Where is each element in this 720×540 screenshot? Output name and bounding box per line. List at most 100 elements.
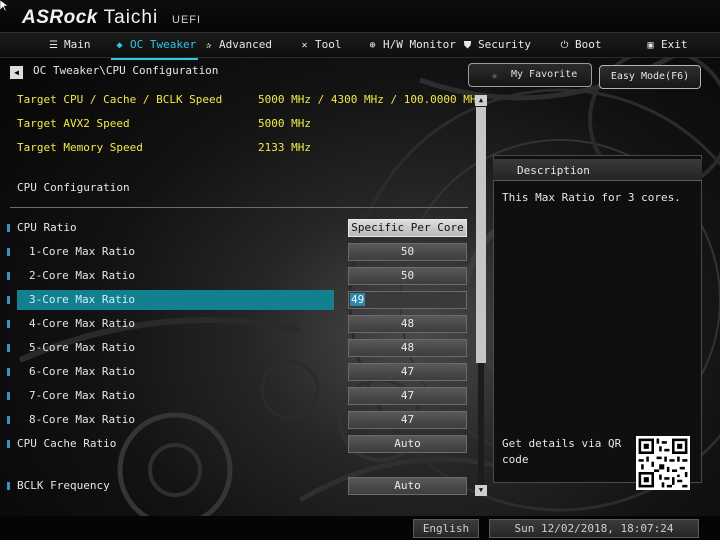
setting-row-3-core-selected[interactable]: 3-Core Max Ratio 49 bbox=[0, 290, 470, 310]
setting-marker bbox=[7, 296, 10, 304]
setting-row-bclk-frequency[interactable]: BCLK Frequency Auto bbox=[0, 476, 470, 496]
setting-marker bbox=[7, 272, 10, 280]
setting-label: 6-Core Max Ratio bbox=[29, 365, 135, 378]
date-time-display: Sun 12/02/2018, 18:07:24 bbox=[489, 519, 699, 538]
setting-label: CPU Cache Ratio bbox=[17, 437, 117, 450]
setting-marker bbox=[7, 440, 10, 448]
setting-marker bbox=[7, 344, 10, 352]
power-icon: ⏻ bbox=[560, 40, 569, 51]
qr-details-text: Get details via QR code bbox=[502, 437, 622, 466]
my-favorite-label: My Favorite bbox=[511, 69, 578, 80]
setting-value-field[interactable]: 47 bbox=[348, 363, 467, 381]
setting-label: BCLK Frequency bbox=[17, 479, 110, 492]
setting-value-select[interactable]: Auto bbox=[348, 435, 467, 453]
tab-advanced[interactable]: ✰ Advanced bbox=[202, 37, 272, 55]
section-title: CPU Configuration bbox=[17, 181, 130, 194]
setting-row-8-core[interactable]: 8-Core Max Ratio 47 bbox=[0, 410, 470, 430]
setting-value-select[interactable]: Specific Per Core bbox=[348, 219, 467, 237]
favorite-star-icon: ★ bbox=[491, 68, 499, 82]
tab-boot-label: Boot bbox=[575, 38, 602, 51]
setting-value-field[interactable]: 50 bbox=[348, 243, 467, 261]
setting-row-5-core[interactable]: 5-Core Max Ratio 48 bbox=[0, 338, 470, 358]
uefi-label: UEFI bbox=[172, 14, 202, 26]
description-header: Description bbox=[493, 159, 702, 181]
setting-value-field[interactable]: 47 bbox=[348, 411, 467, 429]
tab-main[interactable]: ☰ Main bbox=[47, 37, 91, 55]
tab-main-label: Main bbox=[64, 38, 91, 51]
star-icon: ✰ bbox=[205, 40, 212, 51]
setting-label: CPU Ratio bbox=[17, 221, 77, 234]
breadcrumb-text: OC Tweaker\CPU Configuration bbox=[33, 64, 219, 77]
setting-marker bbox=[7, 224, 10, 232]
setting-marker bbox=[7, 368, 10, 376]
setting-row-2-core[interactable]: 2-Core Max Ratio 50 bbox=[0, 266, 470, 286]
tab-oc-tweaker-label: OC Tweaker bbox=[130, 38, 197, 51]
setting-row-7-core[interactable]: 7-Core Max Ratio 47 bbox=[0, 386, 470, 406]
setting-label: 4-Core Max Ratio bbox=[29, 317, 135, 330]
target-cpu-label: Target CPU / Cache / BCLK Speed bbox=[17, 93, 223, 106]
section-divider bbox=[10, 207, 468, 208]
setting-row-cpu-cache-ratio[interactable]: CPU Cache Ratio Auto bbox=[0, 434, 470, 454]
setting-row-4-core[interactable]: 4-Core Max Ratio 48 bbox=[0, 314, 470, 334]
main-nav: ☰ Main ◆ OC Tweaker ✰ Advanced ✕ Tool ⊕ H/W M… bbox=[0, 32, 720, 60]
tab-hw-monitor-label: H/W Monitor bbox=[383, 38, 456, 51]
tools-icon: ✕ bbox=[301, 40, 308, 51]
tab-security-label: Security bbox=[478, 38, 531, 51]
exit-icon: ▣ bbox=[647, 40, 654, 51]
tab-boot[interactable]: ⏻ Boot bbox=[558, 37, 602, 55]
setting-value-text: 49 bbox=[350, 293, 366, 306]
monitor-icon: ⊕ bbox=[369, 40, 376, 51]
description-panel: Description This Max Ratio for 3 cores. … bbox=[493, 155, 702, 490]
setting-value-field[interactable]: 48 bbox=[348, 339, 467, 357]
tab-security[interactable]: ⛊ Security bbox=[461, 37, 531, 55]
tab-hw-monitor[interactable]: ⊕ H/W Monitor bbox=[366, 37, 456, 55]
setting-marker bbox=[7, 392, 10, 400]
target-cpu-value: 5000 MHz / 4300 MHz / 100.0000 MHz bbox=[258, 93, 484, 106]
back-arrow-icon[interactable]: ◀ bbox=[10, 66, 23, 79]
setting-marker bbox=[7, 482, 10, 490]
setting-label: 7-Core Max Ratio bbox=[29, 389, 135, 402]
tab-exit[interactable]: ▣ Exit bbox=[644, 37, 688, 55]
setting-label: 8-Core Max Ratio bbox=[29, 413, 135, 426]
description-title: Description bbox=[517, 164, 590, 177]
tab-oc-tweaker[interactable]: ◆ OC Tweaker bbox=[110, 37, 199, 60]
easy-mode-button[interactable]: Easy Mode(F6) bbox=[599, 65, 701, 89]
my-favorite-button[interactable]: ★ My Favorite bbox=[468, 63, 592, 87]
setting-marker bbox=[7, 416, 10, 424]
tab-tool-label: Tool bbox=[315, 38, 342, 51]
setting-label: 3-Core Max Ratio bbox=[29, 293, 135, 306]
setting-value-field[interactable]: 50 bbox=[348, 267, 467, 285]
top-bar: ASRock Taichi UEFI bbox=[0, 0, 720, 32]
flame-icon: ◆ bbox=[116, 40, 123, 51]
setting-value-field[interactable]: 48 bbox=[348, 315, 467, 333]
qr-code bbox=[636, 436, 690, 490]
setting-label: 2-Core Max Ratio bbox=[29, 269, 135, 282]
setting-value-field[interactable]: 47 bbox=[348, 387, 467, 405]
setting-row-1-core[interactable]: 1-Core Max Ratio 50 bbox=[0, 242, 470, 262]
tab-tool[interactable]: ✕ Tool bbox=[298, 37, 342, 55]
brand-model: Taichi bbox=[103, 7, 159, 28]
setting-row-cpu-ratio[interactable]: CPU Ratio Specific Per Core bbox=[0, 218, 470, 238]
target-memory-label: Target Memory Speed bbox=[17, 141, 143, 154]
target-avx2-label: Target AVX2 Speed bbox=[17, 117, 130, 130]
setting-marker bbox=[7, 248, 10, 256]
setting-value-input[interactable]: 49 bbox=[348, 291, 467, 309]
setting-label: 5-Core Max Ratio bbox=[29, 341, 135, 354]
scroll-down-arrow-icon[interactable]: ▼ bbox=[475, 485, 487, 496]
shield-icon: ⛊ bbox=[463, 40, 472, 51]
setting-value-select[interactable]: Auto bbox=[348, 477, 467, 495]
list-icon: ☰ bbox=[49, 40, 58, 51]
settings-scrollbar[interactable]: ▲ ▼ bbox=[475, 95, 487, 496]
scroll-up-arrow-icon[interactable]: ▲ bbox=[475, 95, 487, 106]
setting-row-6-core[interactable]: 6-Core Max Ratio 47 bbox=[0, 362, 470, 382]
target-avx2-value: 5000 MHz bbox=[258, 117, 311, 130]
tab-exit-label: Exit bbox=[661, 38, 688, 51]
brand-logo: ASRock Taichi UEFI bbox=[22, 7, 201, 29]
scrollbar-thumb[interactable] bbox=[476, 107, 486, 363]
mouse-cursor-icon bbox=[0, 0, 8, 11]
language-button[interactable]: English bbox=[413, 519, 479, 538]
tab-advanced-label: Advanced bbox=[219, 38, 272, 51]
target-memory-value: 2133 MHz bbox=[258, 141, 311, 154]
brand-name: ASRock bbox=[22, 7, 98, 28]
setting-label: 1-Core Max Ratio bbox=[29, 245, 135, 258]
